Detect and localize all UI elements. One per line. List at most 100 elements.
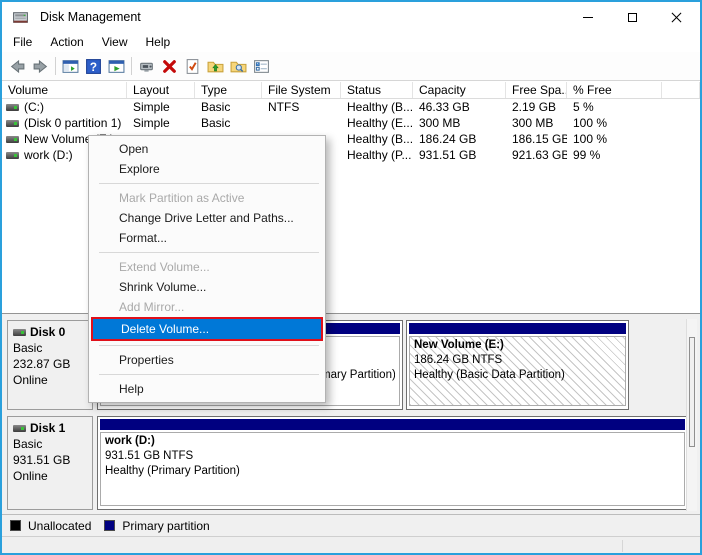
- cell-status: Healthy (B...: [341, 131, 413, 147]
- disk-management-window: Disk Management File Action View Help ?: [0, 0, 702, 555]
- forward-button[interactable]: [29, 55, 52, 77]
- cell-capacity: 300 MB: [413, 115, 506, 131]
- partition-title: New Volume (E:): [414, 338, 621, 353]
- column-header-free-space[interactable]: Free Spa...: [506, 82, 567, 98]
- column-header-type[interactable]: Type: [195, 82, 262, 98]
- column-header-pct-free[interactable]: % Free: [567, 82, 662, 98]
- properties-list-icon: [253, 58, 270, 75]
- column-header-volume[interactable]: Volume: [2, 82, 127, 98]
- primary-partition-strip: [409, 323, 626, 334]
- volume-icon: [6, 120, 19, 127]
- menu-item-open[interactable]: Open: [89, 139, 325, 159]
- cell-layout: Simple: [127, 115, 195, 131]
- cell-free-space: 186.15 GB: [506, 131, 567, 147]
- show-console-tree-icon: [62, 58, 79, 75]
- properties-list-button[interactable]: [250, 55, 273, 77]
- toolbar-separator: [131, 57, 132, 75]
- column-header-layout[interactable]: Layout: [127, 82, 195, 98]
- cell-free-space: 2.19 GB: [506, 99, 567, 115]
- cell-free-space: 921.63 GB: [506, 147, 567, 163]
- menu-view[interactable]: View: [93, 33, 137, 51]
- disk1-label-box[interactable]: Disk 1 Basic 931.51 GB Online: [7, 416, 93, 510]
- disk0-partition-new-volume-e[interactable]: New Volume (E:) 186.24 GB NTFS Healthy (…: [406, 320, 629, 410]
- volume-name: work (D:): [24, 147, 73, 163]
- forward-icon: [32, 58, 49, 75]
- menu-file[interactable]: File: [4, 33, 41, 51]
- minimize-button[interactable]: [566, 2, 610, 32]
- disk-size: 931.51 GB: [13, 452, 87, 468]
- cell-capacity: 186.24 GB: [413, 131, 506, 147]
- volume-row-disk0-partition1[interactable]: (Disk 0 partition 1) Simple Basic Health…: [2, 115, 700, 131]
- validate-document-icon: [184, 58, 201, 75]
- legend-bar: Unallocated Primary partition: [2, 514, 700, 536]
- menubar: File Action View Help: [2, 32, 700, 52]
- cell-pct-free: 100 %: [567, 115, 662, 131]
- cell-capacity: 931.51 GB: [413, 147, 506, 163]
- volume-name: (Disk 0 partition 1): [24, 115, 121, 131]
- volume-icon: [6, 152, 19, 159]
- disk-kind: Basic: [13, 436, 87, 452]
- volume-name: (C:): [24, 99, 44, 115]
- menu-item-change-drive-letter[interactable]: Change Drive Letter and Paths...: [89, 208, 325, 228]
- titlebar: Disk Management: [2, 2, 700, 32]
- cell-capacity: 46.33 GB: [413, 99, 506, 115]
- menu-item-explore[interactable]: Explore: [89, 159, 325, 179]
- folder-up-button[interactable]: [204, 55, 227, 77]
- disk-icon: [13, 329, 26, 336]
- status-bar: [2, 536, 700, 553]
- close-button[interactable]: [654, 2, 698, 32]
- cell-status: Healthy (E...: [341, 115, 413, 131]
- menu-item-delete-volume[interactable]: Delete Volume...: [91, 317, 323, 341]
- column-header-empty: [662, 82, 700, 98]
- folder-search-icon: [230, 58, 247, 75]
- menu-item-extend-volume: Extend Volume...: [89, 257, 325, 277]
- cell-type: Basic: [195, 115, 262, 131]
- primary-partition-legend-swatch: [104, 520, 115, 531]
- scrollbar-thumb[interactable]: [689, 337, 695, 447]
- menu-item-add-mirror: Add Mirror...: [89, 297, 325, 317]
- menu-item-format[interactable]: Format...: [89, 228, 325, 248]
- disk-management-app-icon: [12, 9, 29, 26]
- column-header-capacity[interactable]: Capacity: [413, 82, 506, 98]
- help-button[interactable]: ?: [82, 55, 105, 77]
- menu-action[interactable]: Action: [41, 33, 92, 51]
- show-console-tree-button[interactable]: [59, 55, 82, 77]
- maximize-button[interactable]: [610, 2, 654, 32]
- folder-search-button[interactable]: [227, 55, 250, 77]
- partition-size: 186.24 GB NTFS: [414, 353, 621, 368]
- validate-document-button[interactable]: [181, 55, 204, 77]
- device-button[interactable]: [135, 55, 158, 77]
- cell-status: Healthy (P...: [341, 147, 413, 163]
- menu-item-shrink-volume[interactable]: Shrink Volume...: [89, 277, 325, 297]
- cell-file-system: [262, 115, 341, 131]
- volume-list-header: Volume Layout Type File System Status Ca…: [2, 82, 700, 99]
- column-header-status[interactable]: Status: [341, 82, 413, 98]
- disk-size: 232.87 GB: [13, 356, 87, 372]
- disk-pane-scrollbar[interactable]: [686, 319, 697, 511]
- disk-kind: Basic: [13, 340, 87, 356]
- volume-row-c[interactable]: (C:) Simple Basic NTFS Healthy (B... 46.…: [2, 99, 700, 115]
- menu-item-properties[interactable]: Properties: [89, 350, 325, 370]
- menu-separator: [99, 183, 319, 184]
- menu-separator: [99, 374, 319, 375]
- cell-pct-free: 5 %: [567, 99, 662, 115]
- partition-size: 931.51 GB NTFS: [105, 449, 680, 464]
- window-title: Disk Management: [40, 10, 141, 24]
- back-button[interactable]: [6, 55, 29, 77]
- unallocated-legend-swatch: [10, 520, 21, 531]
- export-list-button[interactable]: [105, 55, 128, 77]
- disk0-label-box[interactable]: Disk 0 Basic 232.87 GB Online: [7, 320, 93, 410]
- back-icon: [9, 58, 26, 75]
- primary-partition-strip: [100, 419, 685, 430]
- menu-item-help[interactable]: Help: [89, 379, 325, 399]
- menu-help[interactable]: Help: [137, 33, 180, 51]
- export-list-icon: [108, 58, 125, 75]
- disk-status: Online: [13, 372, 87, 388]
- cell-file-system: NTFS: [262, 99, 341, 115]
- disk1-partition-work-d[interactable]: work (D:) 931.51 GB NTFS Healthy (Primar…: [97, 416, 688, 510]
- delete-button[interactable]: [158, 55, 181, 77]
- disk-name: Disk 1: [30, 420, 65, 436]
- disk-status: Online: [13, 468, 87, 484]
- disk-icon: [13, 425, 26, 432]
- column-header-file-system[interactable]: File System: [262, 82, 341, 98]
